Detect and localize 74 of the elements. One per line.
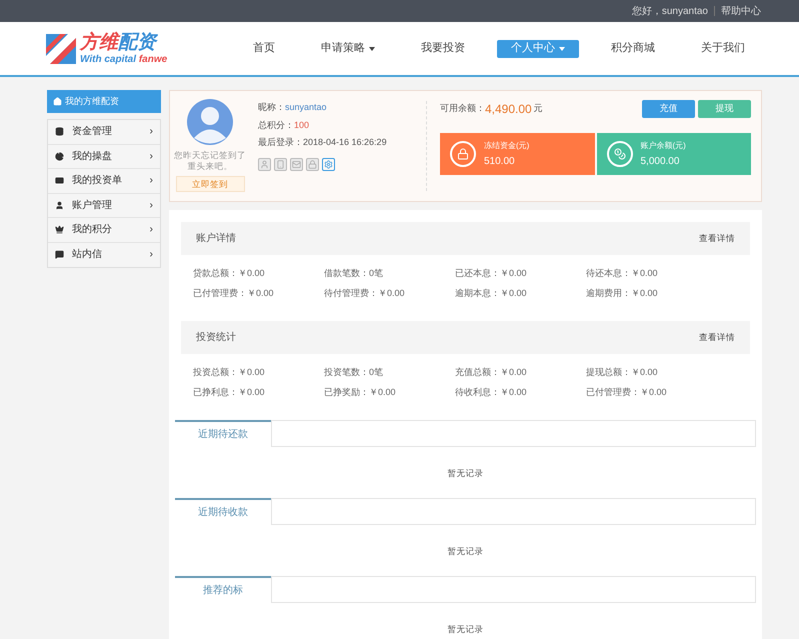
stat-text: 借款笔数：0笔 [324, 267, 384, 280]
nav-item[interactable]: 关于我们 [687, 40, 759, 58]
card-label: 账户余额(元) [640, 140, 686, 152]
greeting-text: 您好，sunyantao [632, 4, 708, 18]
chevron-icon: › [150, 173, 153, 188]
details-link[interactable]: 查看详情 [699, 331, 735, 344]
empty-text: 暂无记录 [446, 467, 484, 480]
nickname-text: 昵称：sunyantao [258, 101, 328, 114]
stat-text: 投资笔数：0笔 [324, 366, 384, 379]
points-text: 总积分：100 [258, 118, 310, 132]
database-icon [55, 127, 64, 136]
crown-icon [55, 225, 64, 234]
chevron-icon: › [150, 198, 153, 213]
nav-item[interactable]: 我要投资 [407, 40, 479, 58]
card-value: 510.00 [484, 154, 516, 168]
card-label: 冻结资金(元) [484, 140, 530, 152]
stat-text: 待付管理费：￥0.00 [324, 286, 406, 300]
lock-icon [450, 141, 476, 167]
balance-unit: 元 [534, 102, 543, 116]
nav-item[interactable]: 积分商城 [597, 40, 669, 58]
stat-text: 充值总额：￥0.00 [455, 366, 528, 379]
help-link[interactable]: 帮助中心 [721, 4, 761, 18]
sidebar-item[interactable]: 我的操盘 › [48, 144, 160, 169]
logo-subtitle: With capital fanwe [80, 54, 168, 64]
avatar [187, 99, 233, 145]
empty-text: 暂无记录 [446, 623, 484, 636]
coins-icon [606, 141, 632, 167]
mail-icon[interactable] [290, 158, 303, 170]
card-value: 5,000.00 [640, 154, 680, 168]
signin-note: 您昨天忘记签到了重头来吧。 [173, 150, 247, 172]
phone-icon[interactable] [274, 158, 287, 170]
sidebar-item[interactable]: 资金管理 › [48, 120, 160, 144]
details-link[interactable]: 查看详情 [699, 232, 735, 245]
sidebar-item[interactable]: 账户管理 › [48, 194, 160, 218]
sidebar-title-text: 我的方维配资 [65, 94, 119, 108]
sidebar-item[interactable]: 我的积分 › [48, 218, 160, 242]
chevron-icon: › [150, 124, 153, 140]
stat-text: 投资总额：￥0.00 [193, 366, 266, 379]
stat-text: 待还本息：￥0.00 [586, 267, 659, 280]
section-title: 投资统计 [196, 330, 236, 345]
stat-text: 已付管理费：￥0.00 [193, 286, 275, 300]
user-icon [55, 200, 64, 210]
stat-text: 贷款总额：￥0.00 [193, 267, 266, 280]
stat-text: 已还本息：￥0.00 [455, 267, 528, 280]
caret-icon [369, 46, 375, 50]
balance-value: 4,490.00 [485, 101, 532, 118]
nav-item[interactable]: 首页 [239, 40, 289, 58]
lock-icon[interactable] [306, 158, 319, 170]
home-icon [53, 97, 62, 106]
sidebar-item[interactable]: 站内信 › [48, 242, 160, 267]
logo-title: 方维配资 [80, 32, 159, 52]
stat-text: 逾期本息：￥0.00 [455, 286, 528, 300]
empty-text: 暂无记录 [446, 545, 484, 558]
chevron-icon: › [150, 247, 153, 262]
stat-text: 逾期费用：￥0.00 [586, 286, 659, 300]
last-login-text: 最后登录：2018-04-16 16:26:29 [258, 136, 388, 149]
card-icon [55, 176, 64, 186]
logo-icon [46, 34, 76, 64]
chevron-icon: › [150, 222, 153, 238]
stat-text: 已付管理费：￥0.00 [586, 386, 668, 398]
caret-icon [559, 46, 565, 50]
settings-icon[interactable] [322, 158, 335, 170]
stat-text: 已挣奖励：￥0.00 [324, 386, 397, 398]
section-title: 账户详情 [196, 232, 236, 246]
nav-item[interactable]: 申请策略 [307, 40, 389, 58]
balance-label: 可用余额： [440, 102, 485, 116]
stat-text: 提现总额：￥0.00 [586, 366, 659, 379]
stat-text: 待收利息：￥0.00 [455, 386, 528, 398]
chevron-icon: › [150, 148, 153, 164]
stat-text: 已挣利息：￥0.00 [193, 386, 266, 398]
person-icon[interactable] [258, 158, 271, 170]
sidebar-item[interactable]: 我的投资单 › [48, 169, 160, 194]
pie-chart-icon [55, 152, 64, 161]
message-icon [55, 250, 64, 260]
